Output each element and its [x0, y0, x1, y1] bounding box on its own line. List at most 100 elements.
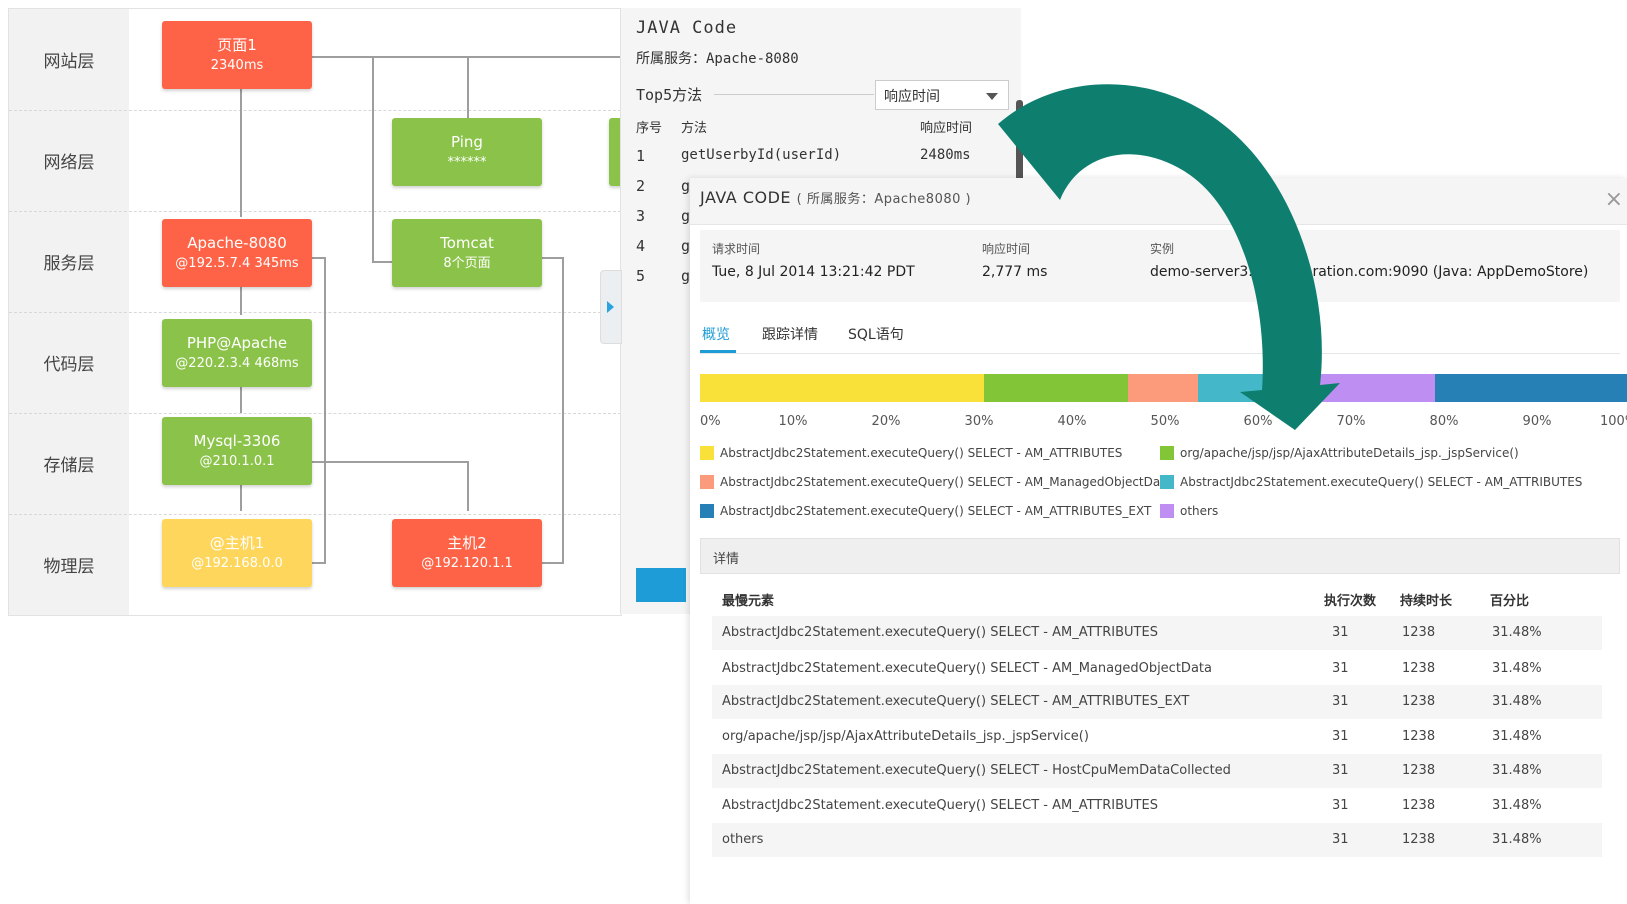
top5-rule — [714, 94, 874, 95]
legend-swatch — [700, 504, 714, 518]
layer-label-service: 服务层 — [43, 254, 95, 274]
topology-panel: 网站层 网络层 服务层 代码层 存储层 物理层 页面1 2340ms Ping … — [8, 8, 622, 616]
table-row[interactable]: AbstractJdbc2Statement.executeQuery() SE… — [712, 754, 1602, 788]
legend-label: AbstractJdbc2Statement.executeQuery() SE… — [720, 475, 1173, 489]
cell-duration: 1238 — [1402, 729, 1436, 744]
connector-line — [324, 257, 326, 563]
legend-swatch — [700, 475, 714, 489]
cell-percent: 31.48% — [1492, 661, 1542, 676]
node-tomcat[interactable]: Tomcat 8个页面 — [392, 219, 542, 287]
cell-element: AbstractJdbc2Statement.executeQuery() SE… — [722, 694, 1190, 709]
bar-segment[interactable] — [1267, 374, 1435, 402]
row-method[interactable]: getUserbyId(userId) — [681, 147, 841, 163]
layer-divider — [9, 110, 621, 111]
cell-percent: 31.48% — [1492, 763, 1542, 778]
top5-label: Top5方法 — [636, 86, 703, 104]
node-mysql[interactable]: Mysql-3306 @210.1.0.1 — [162, 417, 312, 485]
table-row[interactable]: AbstractJdbc2Statement.executeQuery() SE… — [712, 685, 1602, 719]
table-row[interactable]: others 31 1238 31.48% — [712, 823, 1602, 857]
node-detail: @192.120.1.1 — [421, 556, 513, 571]
legend-item: AbstractJdbc2Statement.executeQuery() SE… — [700, 446, 1122, 460]
col-time: 响应时间 — [920, 121, 973, 136]
row-idx: 1 — [636, 147, 646, 165]
sort-select[interactable]: 响应时间 — [875, 80, 1009, 110]
cell-percent: 31.48% — [1492, 694, 1542, 709]
detail-header-label: 详情 — [713, 552, 740, 567]
legend-label: AbstractJdbc2Statement.executeQuery() SE… — [720, 446, 1123, 460]
cell-count: 31 — [1332, 729, 1349, 744]
node-host1[interactable]: @主机1 @192.168.0.0 — [162, 519, 312, 587]
cell-duration: 1238 — [1402, 694, 1436, 709]
layer-label-storage: 存储层 — [43, 456, 95, 476]
row-time: 2480ms — [920, 147, 971, 163]
tab-sql[interactable]: SQL语句 — [848, 324, 904, 344]
dialog-title-text: JAVA CODE — [700, 188, 792, 207]
response-time-value: 2,777 ms — [982, 264, 1048, 280]
cell-count: 31 — [1332, 694, 1349, 709]
bar-segment[interactable] — [1434, 374, 1627, 402]
cell-element: org/apache/jsp/jsp/AjaxAttributeDetails_… — [722, 729, 1089, 744]
cell-percent: 31.48% — [1492, 625, 1542, 640]
node-host2[interactable]: 主机2 @192.120.1.1 — [392, 519, 542, 587]
cell-element: AbstractJdbc2Statement.executeQuery() SE… — [722, 763, 1231, 778]
table-row[interactable]: org/apache/jsp/jsp/AjaxAttributeDetails_… — [712, 720, 1602, 754]
legend-swatch — [1160, 475, 1174, 489]
node-name: PHP@Apache — [186, 334, 288, 352]
action-button[interactable] — [636, 568, 686, 602]
axis-tick: 20% — [871, 414, 901, 429]
axis-tick: 80% — [1429, 414, 1459, 429]
code-panel-title: JAVA Code — [636, 18, 738, 38]
cell-duration: 1238 — [1402, 661, 1436, 676]
node-php[interactable]: PHP@Apache @220.2.3.4 468ms — [162, 319, 312, 387]
collapse-handle[interactable] — [600, 270, 622, 344]
bar-segment[interactable] — [983, 374, 1128, 402]
legend-label: AbstractJdbc2Statement.executeQuery() SE… — [720, 504, 1152, 518]
close-icon[interactable]: × — [1605, 187, 1623, 212]
row-method-partial[interactable]: g — [681, 237, 690, 255]
node-page1[interactable]: 页面1 2340ms — [162, 21, 312, 89]
node-ping[interactable]: Ping ****** — [392, 118, 542, 186]
node-detail: @220.2.3.4 468ms — [175, 356, 299, 371]
node-name: Apache-8080 — [187, 234, 287, 252]
cell-count: 31 — [1332, 798, 1349, 813]
row-idx: 4 — [636, 237, 646, 255]
layer-label-code: 代码层 — [43, 355, 95, 375]
layer-divider — [9, 413, 621, 414]
row-method-partial[interactable]: g — [681, 267, 690, 285]
legend-label: AbstractJdbc2Statement.executeQuery() SE… — [1180, 475, 1583, 489]
axis-tick: 30% — [964, 414, 994, 429]
connector-line — [240, 89, 242, 217]
bar-segment[interactable] — [1197, 374, 1268, 402]
dialog-title: JAVA CODE ( 所属服务：Apache8080 ) — [700, 188, 971, 207]
instance-value-end: poration.com:9090 (Java: AppDemoStore) — [1295, 264, 1589, 280]
row-method-partial[interactable]: g — [681, 207, 690, 225]
node-detail: 2340ms — [210, 58, 264, 73]
connector-line — [467, 461, 469, 511]
cell-percent: 31.48% — [1492, 832, 1542, 847]
instance-label: 实例 — [1150, 242, 1175, 256]
bar-segment[interactable] — [1127, 374, 1198, 402]
connector-line — [240, 387, 242, 413]
legend-item: others — [1160, 504, 1218, 518]
chevron-down-icon — [986, 93, 998, 100]
table-row[interactable]: AbstractJdbc2Statement.executeQuery() SE… — [712, 652, 1602, 686]
node-detail: @192.5.7.4 345ms — [175, 256, 299, 271]
node-name: 主机2 — [447, 534, 487, 552]
connector-line — [539, 562, 564, 564]
detail-section-header: 详情 — [700, 538, 1620, 574]
bar-segment[interactable] — [700, 374, 984, 402]
legend-swatch — [700, 446, 714, 460]
node-detail: @210.1.0.1 — [199, 454, 275, 469]
row-method-partial[interactable]: g — [681, 177, 690, 195]
connector-line — [372, 261, 392, 263]
table-row[interactable]: AbstractJdbc2Statement.executeQuery() SE… — [712, 616, 1602, 650]
node-name: Ping — [451, 133, 483, 151]
scrollbar[interactable] — [1016, 100, 1023, 190]
tab-trace-details[interactable]: 跟踪详情 — [762, 324, 818, 344]
table-row[interactable]: AbstractJdbc2Statement.executeQuery() SE… — [712, 789, 1602, 823]
cell-count: 31 — [1332, 625, 1349, 640]
node-apache[interactable]: Apache-8080 @192.5.7.4 345ms — [162, 219, 312, 287]
axis-tick: 0% — [700, 414, 721, 429]
legend-item: AbstractJdbc2Statement.executeQuery() SE… — [1160, 475, 1582, 489]
tab-overview[interactable]: 概览 — [702, 324, 730, 344]
